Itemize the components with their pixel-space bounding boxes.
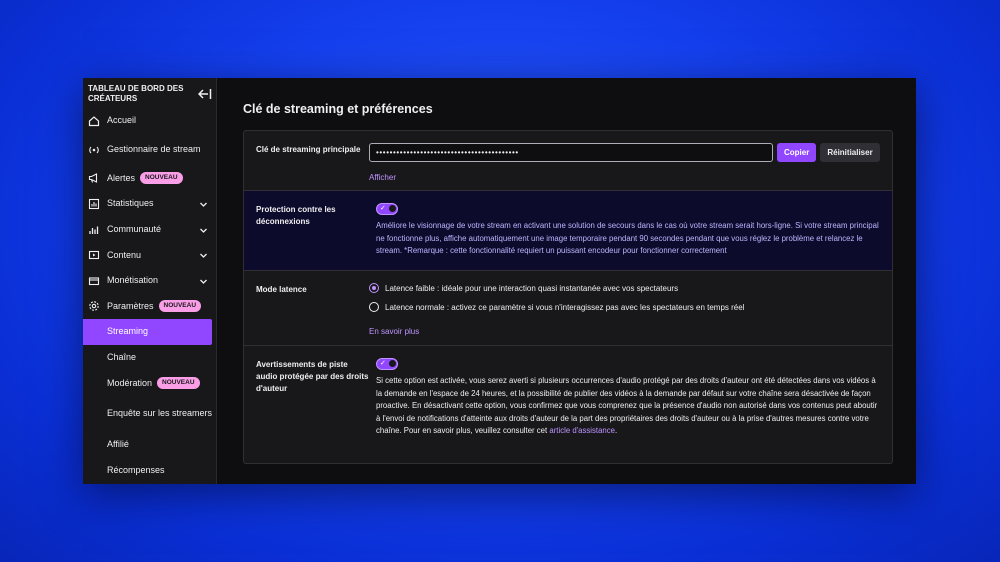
chevron-down-icon <box>200 202 207 207</box>
disconnect-protection-toggle[interactable]: ✓ <box>376 203 398 215</box>
copyright-description-text: Si cette option est activée, vous serez … <box>376 376 878 435</box>
sidebar-subitem-label: Modération <box>107 377 153 388</box>
latency-label: Mode latence <box>256 285 307 294</box>
chevron-down-icon <box>200 228 207 233</box>
sidebar-subitem-label: Enquête sur les streamers <box>107 408 213 419</box>
copyright-warning-description: Si cette option est activée, vous serez … <box>369 375 880 438</box>
sidebar-item-label: Alertes <box>107 172 136 183</box>
home-icon <box>88 115 100 126</box>
sidebar-subitem-label: Chaîne <box>107 352 137 363</box>
reset-button[interactable]: Réinitialiser <box>820 143 880 162</box>
latency-option-normal[interactable]: Latence normale : activez ce paramètre s… <box>369 302 880 312</box>
gear-icon <box>89 301 99 312</box>
latency-option-low[interactable]: Latence faible : idéale pour une interac… <box>369 283 880 293</box>
collapse-sidebar-icon[interactable] <box>198 88 212 100</box>
checkmark-icon: ✓ <box>380 360 386 367</box>
community-icon <box>89 226 99 234</box>
sidebar-subitem-chaine[interactable]: Chaîne <box>83 345 216 371</box>
sidebar-subitem-streaming[interactable]: Streaming <box>83 319 212 345</box>
broadcast-icon <box>89 146 99 153</box>
checkmark-icon: ✓ <box>380 205 386 212</box>
latency-row: Mode latence Latence faible : idéale pou… <box>244 271 892 346</box>
sidebar-item-statistiques[interactable]: Statistiques <box>83 191 216 217</box>
sidebar-item-accueil[interactable]: Accueil <box>83 108 216 134</box>
sidebar-item-label: Contenu <box>107 249 142 260</box>
sidebar-item-alertes[interactable]: Alertes NOUVEAU <box>83 166 216 192</box>
latency-option-label: Latence normale : activez ce paramètre s… <box>385 302 745 312</box>
help-article-link[interactable]: article d'assistance <box>549 426 615 435</box>
new-badge: NOUVEAU <box>157 377 200 390</box>
disconnect-protection-label: Protection contre les déconnexions <box>256 205 336 226</box>
sidebar-item-label: Communauté <box>107 224 162 235</box>
money-icon <box>88 277 100 285</box>
stream-key-label: Clé de streaming principale <box>256 145 361 154</box>
copyright-warning-toggle[interactable]: ✓ <box>376 358 398 370</box>
copyright-warning-label: Avertissements de piste audio protégée p… <box>256 360 369 393</box>
sidebar-subitem-recompenses[interactable]: Récompenses <box>83 458 216 484</box>
copy-button[interactable]: Copier <box>777 143 817 162</box>
sidebar-subitem-label: Streaming <box>107 326 149 337</box>
new-badge: NOUVEAU <box>158 300 202 313</box>
megaphone-icon <box>88 173 98 184</box>
sidebar-item-label: Gestionnaire de stream <box>107 144 201 155</box>
stats-icon <box>88 198 100 210</box>
sidebar-subitem-label: Affilié <box>107 439 129 450</box>
disconnect-protection-row: Protection contre les déconnexions ✓ Amé… <box>244 191 892 271</box>
settings-card: Clé de streaming principale ••••••••••••… <box>243 130 893 464</box>
copyright-warning-row: Avertissements de piste audio protégée p… <box>244 346 892 463</box>
sidebar-item-communaute[interactable]: Communauté <box>83 217 216 243</box>
learn-more-link[interactable]: En savoir plus <box>369 327 419 336</box>
sidebar-subitem-enquete[interactable]: Enquête sur les streamers <box>83 396 216 432</box>
sidebar-subitem-affilie[interactable]: Affilié <box>83 432 216 458</box>
content-icon <box>88 251 100 260</box>
show-key-link[interactable]: Afficher <box>369 173 396 182</box>
toggle-knob <box>389 205 396 212</box>
sidebar-title: TABLEAU DE BORD DES CRÉATEURS <box>88 84 184 103</box>
sidebar-item-contenu[interactable]: Contenu <box>83 242 216 268</box>
toggle-knob <box>389 360 396 367</box>
sidebar-subitem-moderation[interactable]: Modération NOUVEAU <box>83 370 216 396</box>
sidebar-item-label: Accueil <box>107 115 137 126</box>
sidebar-item-label: Paramètres <box>107 300 154 311</box>
sidebar-subitem-label: Récompenses <box>107 464 165 475</box>
radio-button[interactable] <box>369 302 379 312</box>
sidebar-item-label: Statistiques <box>107 198 154 209</box>
sidebar-item-gestionnaire[interactable]: Gestionnaire de stream <box>83 134 216 166</box>
disconnect-protection-description: Améliore le visionnage de votre stream e… <box>376 221 879 255</box>
latency-option-label: Latence faible : idéale pour une interac… <box>385 283 679 293</box>
sidebar: TABLEAU DE BORD DES CRÉATEURS Accueil Ge… <box>83 78 217 484</box>
sidebar-header: TABLEAU DE BORD DES CRÉATEURS <box>83 78 216 108</box>
main-content: Clé de streaming et préférences Clé de s… <box>217 78 916 484</box>
copyright-description-suffix: . <box>615 426 618 435</box>
new-badge: NOUVEAU <box>140 172 183 185</box>
chevron-down-icon <box>200 279 207 284</box>
stream-key-row: Clé de streaming principale ••••••••••••… <box>244 131 892 191</box>
page-title: Clé de streaming et préférences <box>243 102 433 116</box>
sidebar-item-label: Monétisation <box>107 275 159 286</box>
sidebar-item-monetisation[interactable]: Monétisation <box>83 268 216 294</box>
radio-button-checked[interactable] <box>369 283 379 293</box>
sidebar-item-parametres[interactable]: Paramètres NOUVEAU <box>83 294 216 320</box>
creator-dashboard-window: TABLEAU DE BORD DES CRÉATEURS Accueil Ge… <box>83 78 916 484</box>
stream-key-input[interactable]: ••••••••••••••••••••••••••••••••••••••••… <box>369 143 773 162</box>
chevron-down-icon <box>200 253 207 259</box>
